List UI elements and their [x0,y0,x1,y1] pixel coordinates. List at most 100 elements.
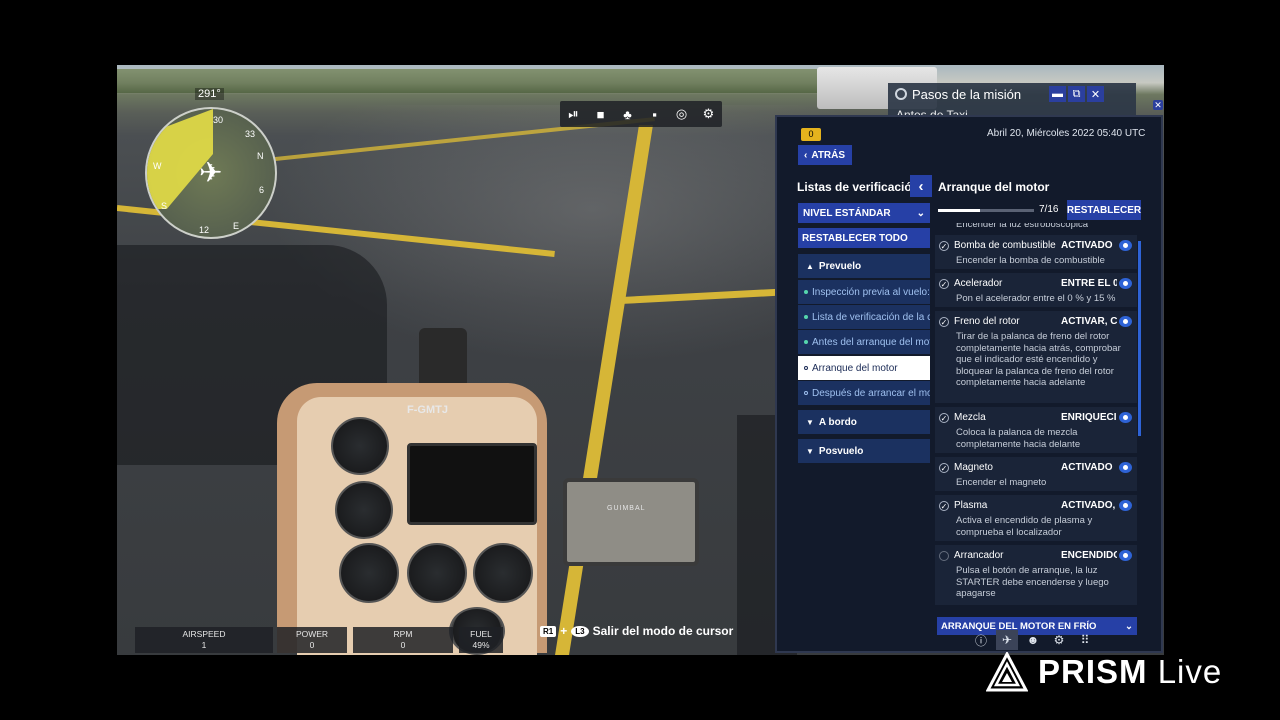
check-icon[interactable]: ✓ [939,241,949,251]
prism-live-watermark: PRISM Live [986,652,1222,692]
guimbal-brand: GUIMBAL [607,505,646,512]
notification-badge[interactable]: 0 [801,128,821,141]
check-icon[interactable]: ✓ [939,413,949,423]
plane-icon[interactable]: ✈ [996,630,1018,650]
section-posvuelo[interactable]: ▼ Posvuelo [798,439,930,463]
minimize-icon[interactable]: ▬ [1049,86,1066,102]
level-select[interactable]: NIVEL ESTÁNDAR ⌄ [798,203,930,223]
gauge [339,543,399,603]
checklist-step[interactable]: ✓ Plasma ACTIVADO, Activa el encendido d… [935,495,1137,541]
screen: F-GMTJ GUIMBAL 291° ✈ N 30 33 6 E 12 S W… [0,0,1280,720]
step-name: Acelerador [954,278,1003,289]
step-desc-partial: Encender la luz estroboscópica [956,223,1089,230]
eye-icon[interactable] [1119,412,1132,423]
checklist-step[interactable]: ✓ Acelerador ENTRE EL 0 Pon el acelerado… [935,273,1137,307]
step-name: Mezcla [954,412,986,423]
engine-display [407,443,537,525]
chevron-down-icon: ▼ [806,446,814,456]
step-state: ACTIVADO [1061,240,1113,251]
eye-icon[interactable] [1119,278,1132,289]
gauge [335,481,393,539]
prism-logo-icon [986,652,1028,692]
eye-icon[interactable] [1119,550,1132,561]
unchecked-icon[interactable] [939,551,949,561]
info-icon[interactable]: ⓘ [970,630,992,650]
collapse-button[interactable]: ‹ [910,175,932,197]
back-button[interactable]: ‹ ATRÁS [798,145,852,165]
section-label: Posvuelo [818,445,864,457]
step-state: ACTIVADO [1061,462,1113,473]
checklist-item[interactable]: Lista de verificación de la c [798,305,930,329]
progress-bar [938,209,1034,212]
bottom-tabs: ⓘ ✈ ☻ ⚙ ⠿ [907,629,1159,651]
l3-key-icon: L3 [571,625,589,637]
checklist-step[interactable]: Arrancador ENCENDIDO Pulsa el botón de a… [935,545,1137,605]
reset-all-button[interactable]: RESTABLECER TODO [798,228,930,248]
checklist-item-label: Arranque del motor [812,362,898,374]
step-name: Freno del rotor [954,316,1020,327]
target-icon[interactable]: ◎ [668,101,695,127]
step-desc: Encender la bomba de combustible [956,255,1105,266]
close-icon[interactable]: ✕ [1153,100,1163,110]
step-desc: Pon el acelerador entre el 0 % y 15 % [956,293,1116,304]
fuel-value: 49% [472,640,490,650]
checklist-step[interactable]: ✓ Bomba de combustible ACTIVADO Encender… [935,235,1137,269]
section-prevuelo[interactable]: ▲ Prevuelo [798,254,930,278]
chevron-up-icon: ▲ [806,261,814,271]
scrollbar[interactable] [1138,241,1141,436]
power-value: 0 [309,640,315,650]
magnetic-compass [419,328,467,388]
check-icon[interactable]: ✓ [939,501,949,511]
checklist-steps[interactable]: Encender la luz estroboscópica ✓ Bomba d… [935,223,1137,633]
close-icon[interactable]: ✕ [1087,86,1104,102]
fuel-readout: FUEL 49% [459,627,503,653]
chat-icon[interactable]: ▪ [641,101,668,127]
step-desc: Pulsa el botón de arranque, la luz START… [956,565,1109,600]
popout-icon[interactable]: ⧉ [1068,86,1085,102]
mission-title: Pasos de la misión [912,87,1022,102]
mission-icon [895,88,907,100]
check-icon[interactable]: ✓ [939,317,949,327]
checklist-item-active[interactable]: Arranque del motor [798,356,930,380]
step-name: Magneto [954,462,993,473]
eye-icon[interactable] [1119,316,1132,327]
checklist-step[interactable]: ✓ Freno del rotor ACTIVAR, C Tirar de la… [935,311,1137,403]
reset-button[interactable]: RESTABLECER [1067,200,1141,220]
gear-icon[interactable]: ⚙ [1048,630,1070,650]
datetime: Abril 20, Miércoles 2022 05:40 UTC [987,128,1146,139]
status-dot-icon [804,315,808,319]
pilot-icon[interactable]: ☻ [1022,630,1044,650]
eye-icon[interactable] [1119,500,1132,511]
gauge [473,543,533,603]
step-state: ENTRE EL 0 [1061,278,1117,289]
checklist-item-label: Después de arrancar el mo [812,387,930,399]
checklist-panel: 0 Abril 20, Miércoles 2022 05:40 UTC ‹ A… [775,115,1163,653]
checklist-title: Arranque del motor [938,180,1050,194]
check-icon[interactable]: ✓ [939,463,949,473]
eye-icon[interactable] [1119,240,1132,251]
checklist-item[interactable]: Inspección previa al vuelo: c [798,280,930,304]
grid-icon[interactable]: ⠿ [1074,630,1096,650]
level-label: NIVEL ESTÁNDAR [803,207,891,219]
r1-key-icon: R1 [540,625,557,637]
checklist-item[interactable]: Antes del arranque del mot [798,330,930,354]
step-state: ACTIVAR, C [1061,316,1117,327]
section-label: A bordo [818,416,857,428]
gauge [331,417,389,475]
step-desc: Activa el encendido de plasma y comprueb… [956,515,1093,538]
compass-30: 30 [213,115,224,125]
gear-icon[interactable]: ⚙ [695,101,722,127]
power-readout: POWER 0 [277,627,347,653]
check-icon[interactable]: ✓ [939,279,949,289]
gamepad-icon[interactable]: ♣ [614,101,641,127]
section-a-bordo[interactable]: ▼ A bordo [798,410,930,434]
checklist-item[interactable]: Después de arrancar el mo [798,381,930,405]
camera-icon[interactable]: ■ [587,101,614,127]
checklist-step[interactable]: ✓ Magneto ACTIVADO Encender el magneto [935,457,1137,491]
checklist-step[interactable]: ✓ Mezcla ENRIQUECIM Coloca la palanca de… [935,407,1137,453]
eye-icon[interactable] [1119,462,1132,473]
play-pause-icon[interactable]: ⏯ [560,101,587,127]
minimap[interactable]: ✈ N 30 33 6 E 12 S W [145,107,277,239]
heading-readout: 291° [195,88,224,100]
status-dot-icon [804,290,808,294]
